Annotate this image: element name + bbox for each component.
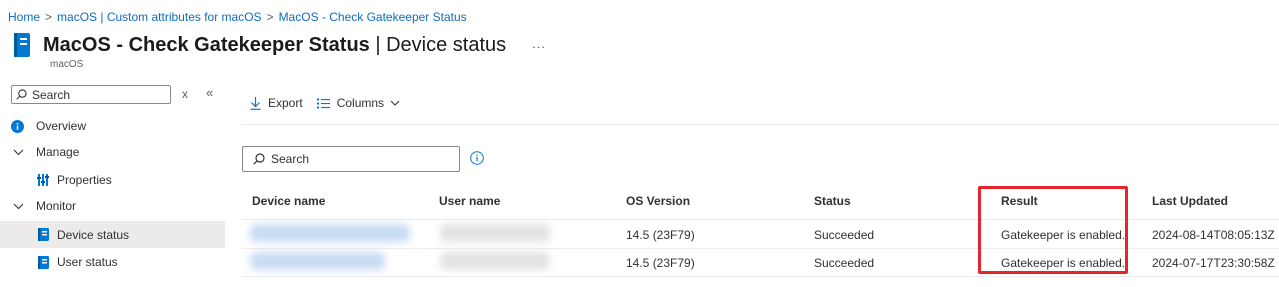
cell-last-updated: 2024-08-14T08:05:13Z <box>1152 228 1275 242</box>
sidebar-item-device-status[interactable]: Device status <box>0 221 225 248</box>
sidebar-item-label: Device status <box>57 227 130 242</box>
chevron-down-icon <box>13 203 24 210</box>
export-button[interactable]: Export <box>250 96 303 110</box>
device-search-box[interactable] <box>242 146 460 172</box>
column-header-user-name[interactable]: User name <box>439 194 500 208</box>
table-divider <box>242 276 1279 277</box>
breadcrumb-separator: > <box>266 10 274 24</box>
cell-last-updated: 2024-07-17T23:30:58Z <box>1152 256 1275 270</box>
result-column-highlight <box>978 186 1128 274</box>
sidebar-item-user-status[interactable]: User status <box>0 249 225 275</box>
device-search-input[interactable] <box>271 152 451 166</box>
report-icon <box>38 255 49 269</box>
redacted-device-name <box>250 224 410 242</box>
breadcrumb-separator: > <box>45 10 53 24</box>
page-title-section: Device status <box>386 33 507 56</box>
clear-search-button[interactable]: x <box>182 87 188 101</box>
redacted-user-name <box>440 224 550 242</box>
sidebar-item-label: Monitor <box>36 199 77 213</box>
column-header-os-version[interactable]: OS Version <box>626 194 690 208</box>
redacted-user-name <box>440 252 550 270</box>
sidebar-item-label: User status <box>57 255 118 269</box>
columns-button[interactable]: Columns <box>316 96 407 110</box>
column-header-last-updated[interactable]: Last Updated <box>1152 194 1228 208</box>
sidebar-item-label: Properties <box>57 173 112 187</box>
search-icon <box>16 89 27 100</box>
sidebar-item-label: Manage <box>36 145 80 159</box>
report-icon <box>38 228 49 241</box>
command-bar: Export Columns <box>250 96 421 110</box>
search-icon <box>253 153 265 165</box>
sidebar-group-manage[interactable]: Manage <box>0 139 225 165</box>
toolbar-divider <box>242 124 1279 125</box>
more-options-button[interactable]: ... <box>532 36 546 51</box>
column-header-status[interactable]: Status <box>814 194 851 208</box>
columns-label: Columns <box>336 96 385 110</box>
columns-list-icon <box>316 98 330 108</box>
sidebar-item-label: Overview <box>36 119 87 133</box>
export-label: Export <box>268 96 303 110</box>
info-icon[interactable] <box>470 151 484 165</box>
column-header-device-name[interactable]: Device name <box>252 194 325 208</box>
properties-icon <box>37 174 49 186</box>
page-header: MacOS - Check Gatekeeper Status | Device… <box>14 33 546 57</box>
sidebar-search-input[interactable] <box>32 87 162 102</box>
page-subtitle: macOS <box>50 59 84 70</box>
cell-os-version: 14.5 (23F79) <box>626 256 695 270</box>
breadcrumb-home[interactable]: Home <box>8 10 40 24</box>
breadcrumb-script[interactable]: MacOS - Check Gatekeeper Status <box>279 10 467 24</box>
page-title: MacOS - Check Gatekeeper Status | Device… <box>43 34 506 57</box>
cell-os-version: 14.5 (23F79) <box>626 228 695 242</box>
chevron-down-icon <box>13 149 24 156</box>
report-icon <box>14 33 30 57</box>
cell-status: Succeeded <box>814 256 875 270</box>
cell-status: Succeeded <box>814 228 875 242</box>
sidebar-search-box[interactable] <box>11 85 171 104</box>
page-title-separator: | <box>369 33 387 56</box>
sidebar-item-properties[interactable]: Properties <box>0 167 225 193</box>
chevron-down-icon <box>390 100 400 106</box>
page-title-main: MacOS - Check Gatekeeper Status <box>43 33 370 56</box>
sidebar-group-monitor[interactable]: Monitor <box>0 193 225 219</box>
download-icon <box>250 96 261 110</box>
sidebar-item-overview[interactable]: Overview <box>0 113 225 139</box>
redacted-device-name <box>250 252 385 270</box>
breadcrumb-custom-attributes[interactable]: macOS | Custom attributes for macOS <box>57 10 262 24</box>
breadcrumb: Home > macOS | Custom attributes for macOS… <box>8 10 467 24</box>
info-icon <box>11 119 24 133</box>
collapse-sidebar-button[interactable]: « <box>206 85 213 100</box>
